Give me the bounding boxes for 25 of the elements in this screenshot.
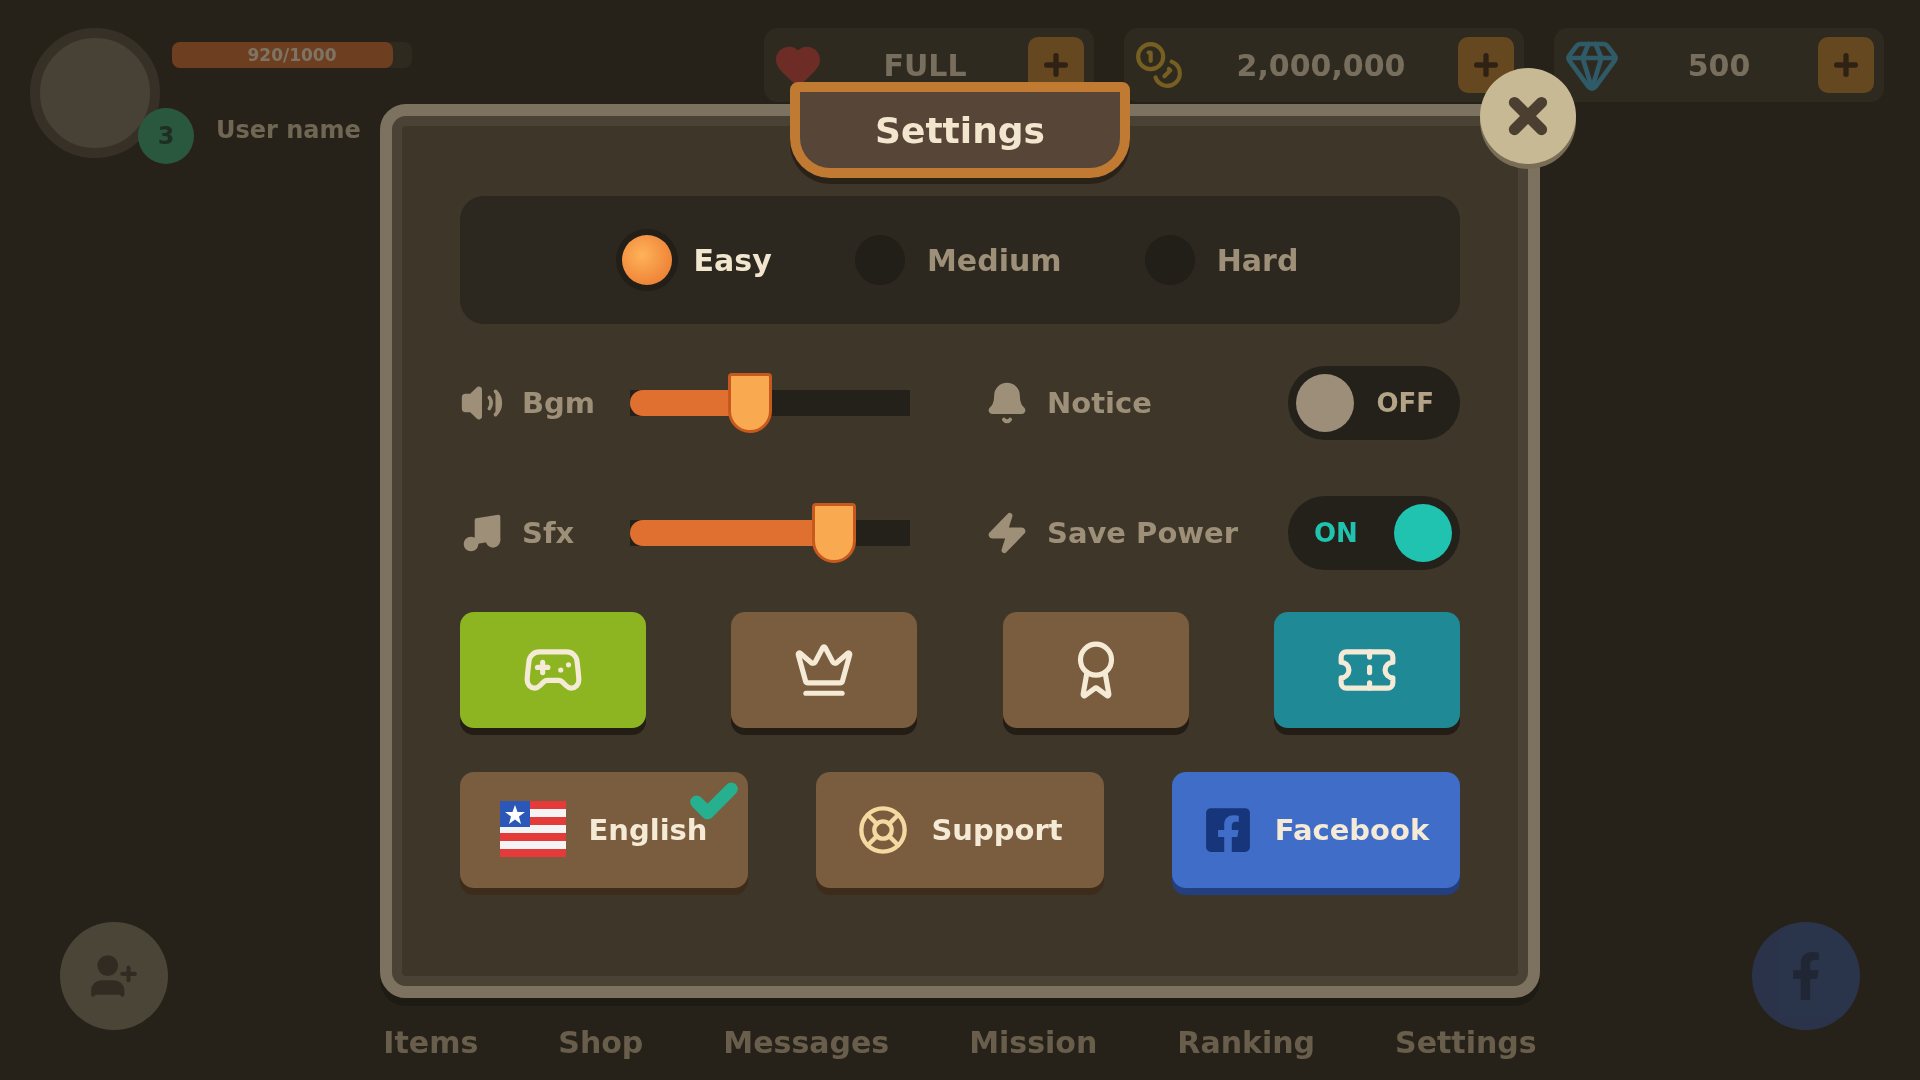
setting-label: Bgm — [522, 386, 597, 420]
difficulty-radio[interactable]: Hard — [1144, 235, 1299, 285]
slider-thumb[interactable] — [812, 503, 857, 563]
gems-text: 500 — [1687, 47, 1751, 83]
difficulty-radio[interactable]: Easy — [621, 235, 772, 285]
toggle-switch[interactable]: OFF — [1288, 366, 1460, 440]
nav-item[interactable]: Settings — [1395, 1025, 1537, 1060]
slider-thumb[interactable] — [728, 373, 773, 433]
setting-label: Save Power — [1047, 516, 1239, 550]
xp-text: 920/1000 — [247, 45, 337, 65]
flag-icon — [500, 801, 567, 859]
difficulty-radio[interactable]: Medium — [854, 235, 1062, 285]
energy-text: FULL — [883, 47, 967, 83]
user-name: User name — [216, 116, 362, 144]
nav-item[interactable]: Messages — [723, 1025, 890, 1060]
nav-item[interactable]: Mission — [969, 1025, 1098, 1060]
nav-item[interactable]: Items — [383, 1025, 479, 1060]
nav-item[interactable]: Shop — [558, 1025, 644, 1060]
lifebuoy-icon — [857, 804, 910, 856]
nav-item[interactable]: Ranking — [1177, 1025, 1316, 1060]
coin-icon — [1134, 40, 1184, 90]
toggle-switch[interactable]: ON — [1288, 496, 1460, 570]
setting-label: Notice — [1047, 386, 1153, 420]
setting-label: Sfx — [522, 516, 576, 550]
coins-text: 2,000,000 — [1236, 47, 1406, 83]
